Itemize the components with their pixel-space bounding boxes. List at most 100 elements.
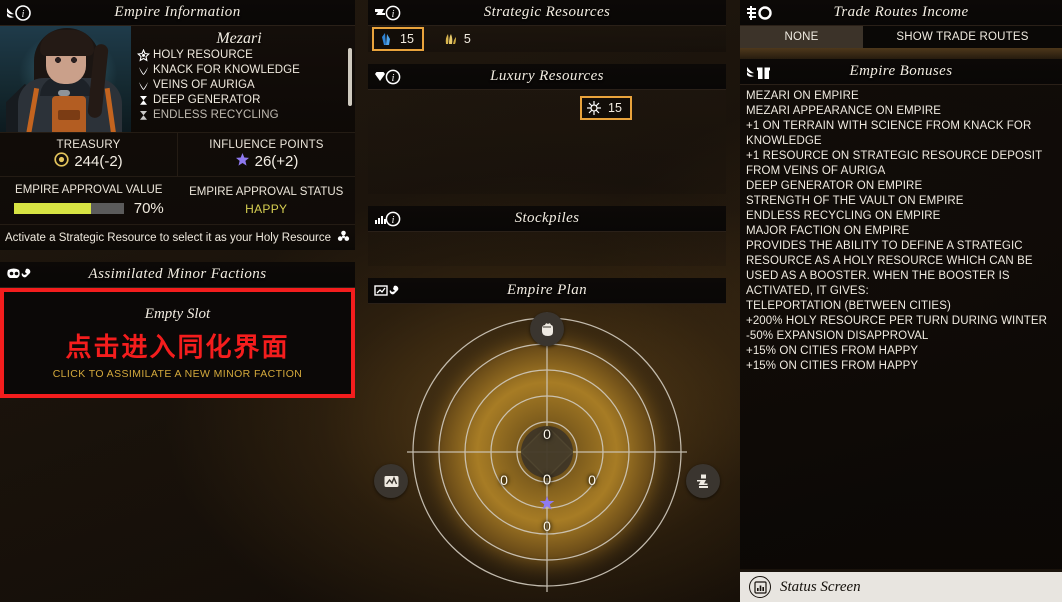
plan-value-science: 0 [543,518,551,534]
trade-routes-tabs: NONE SHOW TRADE ROUTES [740,26,1062,48]
approval-progress-bar [13,203,124,214]
trait-row: HOLY RESOURCE [137,48,355,63]
resources-and-plan-column: i Strategic Resources 15 5 i Luxury Reso… [368,0,726,602]
approval-value-label: EMPIRE APPROVAL VALUE [15,184,163,196]
influence-star-icon [235,152,250,171]
traits-scrollbar[interactable] [348,48,352,106]
bonus-line: MAJOR FACTION ON EMPIRE [746,225,910,237]
assimilate-callout-cn: 点击进入同化界面 [65,333,290,363]
panel-title: Empire Plan [506,282,588,298]
plan-axis-industry-button[interactable] [686,464,720,498]
status-screen-button[interactable]: Status Screen [740,569,1062,602]
stockpile-info-icon: i [373,209,403,229]
bonus-line: -50% EXPANSION DISAPPROVAL [746,330,929,342]
generator-icon [137,94,150,107]
panel-title: Strategic Resources [483,4,611,20]
bonus-line: STRENGTH OF THE VAULT ON EMPIRE [746,195,964,207]
bonus-line: TELEPORTATION (BETWEEN CITIES) [746,300,951,312]
tab-none[interactable]: NONE [740,26,863,48]
strategic-resources-header: i Strategic Resources [368,0,726,26]
bonus-line: MEZARI ON EMPIRE [746,90,859,102]
stockpiles-list [368,232,726,266]
bonus-line: DEEP GENERATOR ON EMPIRE [746,180,923,192]
empire-information-panel: i Empire Information Mezari HOLY RESOURC… [0,0,355,602]
empire-plan-chart-area: 0 0 0 0 0 ★ NEXT PLAN 2 ★ [368,304,726,602]
approval-value-block: EMPIRE APPROVAL VALUE 70% [0,177,178,224]
empty-minor-faction-slot[interactable]: Empty Slot 点击进入同化界面 CLICK TO ASSIMILATE … [0,288,355,398]
strategic-resources-list: 15 5 [368,26,726,52]
bonus-line: +15% ON CITIES FROM HAPPY [746,345,919,357]
approval-status-value: HAPPY [245,201,288,216]
treasury-value: 244(-2) [74,152,123,170]
bonus-line: +15% ON CITIES FROM HAPPY [746,360,919,372]
trait-label: ENDLESS RECYCLING [153,109,279,121]
panel-title: Stockpiles [514,210,580,226]
status-screen-label: Status Screen [780,578,861,595]
tab-show-trade-routes[interactable]: SHOW TRADE ROUTES [863,26,1062,48]
treasury-label: TREASURY [56,138,121,151]
influence-stat: INFLUENCE POINTS 26(+2) [177,133,355,176]
plan-axis-economy-button[interactable] [374,464,408,498]
panel-title: Empire Information [114,4,241,20]
faction-name: Mezari [216,30,262,47]
empire-plan-radar-chart [407,312,687,592]
dust-coin-icon [54,151,69,171]
faction-portrait [0,26,131,132]
trade-routes-empty-area [740,48,1062,59]
status-chart-icon [749,576,771,598]
bonus-line: +200% HOLY RESOURCE PER TURN DURING WINT… [746,315,1048,327]
bonus-line: +1 RESOURCE ON STRATEGIC RESOURCE DEPOSI… [746,150,1043,177]
strategic-resource-chip[interactable]: 15 [372,27,424,51]
svg-text:i: i [392,215,395,226]
trait-label: KNACK FOR KNOWLEDGE [153,64,300,76]
panel-title: Assimilated Minor Factions [88,266,267,282]
anvil-info-icon: i [373,3,403,23]
luxury-resource-chip[interactable]: 15 [580,96,632,120]
laurel-icon [137,64,150,77]
panel-title: Luxury Resources [490,68,604,84]
approval-status-label: EMPIRE APPROVAL STATUS [189,185,344,198]
plan-axis-military-button[interactable] [530,312,564,346]
bonus-line: ENDLESS RECYCLING ON EMPIRE [746,210,941,222]
generator-icon [137,109,150,122]
empire-bonuses-header: Empire Bonuses [740,59,1062,85]
plan-wrench-icon [373,281,403,301]
empire-information-header: i Empire Information [0,0,355,26]
glassteel-icon [442,31,458,47]
trade-and-bonuses-column: Trade Routes Income NONE SHOW TRADE ROUT… [740,0,1062,602]
svg-text:i: i [392,9,395,20]
strategic-resource-chip[interactable]: 5 [438,29,479,49]
trade-route-icon [745,3,775,23]
laurel-gift-icon [745,62,775,82]
trait-row: VEINS OF AURIGA [137,78,355,93]
luxury-resources-list: 15 [368,90,726,194]
resource-amount: 5 [463,32,471,46]
laurel-info-icon: i [5,3,35,23]
gem-info-icon: i [373,67,403,87]
trait-row: DEEP GENERATOR [137,93,355,108]
titanium-icon [378,31,394,47]
plan-value-industry: 0 [588,472,596,488]
plan-value-military: 0 [543,426,551,442]
panel-title: Empire Bonuses [849,63,953,79]
influence-star-icon: ★ [538,493,556,515]
holy-resource-hint: Activate a Strategic Resource to select … [0,224,355,250]
svg-text:i: i [22,9,25,20]
holy-resource-icon [337,230,350,246]
resource-amount: 15 [400,32,414,46]
plan-value-economy: 0 [500,472,508,488]
treasury-stat: TREASURY 244(-2) [0,133,177,176]
luxury-resources-header: i Luxury Resources [368,64,726,90]
influence-label: INFLUENCE POINTS [209,138,324,151]
skull-wrench-icon [5,265,35,285]
hyperium-icon [586,100,602,116]
laurel-icon [137,79,150,92]
hint-text: Activate a Strategic Resource to select … [5,231,331,244]
holy-resource-icon [137,49,150,62]
plan-value-center: 0 [542,471,552,489]
approval-percent: 70% [133,200,164,217]
trait-row: ENDLESS RECYCLING [137,108,355,123]
faction-traits-list: Mezari HOLY RESOURCE KNACK FOR KNOWLEDGE [131,26,355,132]
assimilated-minor-factions-header: Assimilated Minor Factions [0,262,355,288]
empire-plan-header: Empire Plan [368,278,726,304]
